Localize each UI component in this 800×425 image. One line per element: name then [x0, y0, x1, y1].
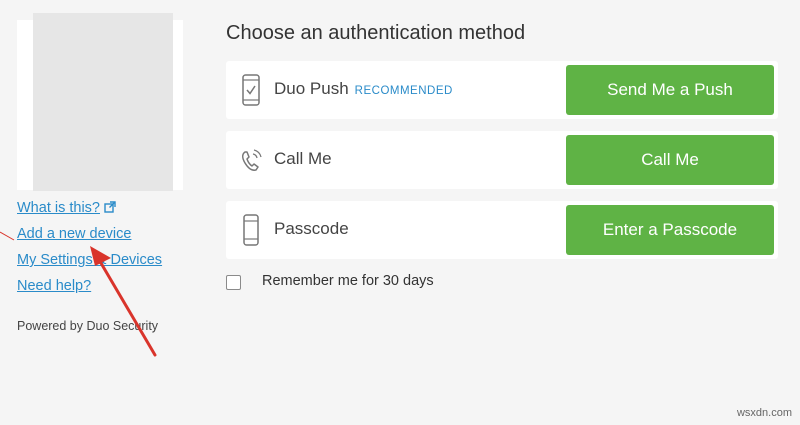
need-help-link[interactable]: Need help?: [17, 278, 91, 294]
what-is-this-label: What is this?: [17, 200, 100, 216]
powered-by-text: Powered by Duo Security: [17, 319, 159, 333]
phone-call-icon: [236, 143, 266, 177]
duo-push-label: Duo Push: [274, 79, 349, 98]
sidebar: What is this? Add a new device My Settin…: [0, 0, 200, 425]
what-is-this-link[interactable]: What is this?: [17, 200, 116, 217]
passcode-device-icon: [240, 213, 262, 247]
send-push-button[interactable]: Send Me a Push: [566, 65, 774, 115]
page-title: Choose an authentication method: [226, 22, 526, 44]
watermark: wsxdn.com: [736, 407, 792, 419]
phone-check-icon: [240, 73, 262, 107]
call-me-label: Call Me: [274, 149, 332, 168]
method-row-call-me: Call Me Call Me: [226, 131, 778, 189]
remember-me-checkbox[interactable]: [226, 275, 241, 290]
logo-placeholder: [33, 13, 173, 191]
call-me-button[interactable]: Call Me: [566, 135, 774, 185]
method-row-duo-push: Duo Push RECOMMENDED Send Me a Push: [226, 61, 778, 119]
recommended-badge: RECOMMENDED: [354, 85, 453, 97]
enter-passcode-button[interactable]: Enter a Passcode: [566, 205, 774, 255]
my-settings-devices-link[interactable]: My Settings & Devices: [17, 252, 162, 268]
remember-me-label: Remember me for 30 days: [262, 273, 434, 289]
passcode-label: Passcode: [274, 219, 349, 238]
external-link-icon: [104, 201, 116, 217]
add-new-device-link[interactable]: Add a new device: [17, 226, 131, 242]
method-row-passcode: Passcode Enter a Passcode: [226, 201, 778, 259]
method-label: Duo Push RECOMMENDED: [274, 79, 453, 99]
